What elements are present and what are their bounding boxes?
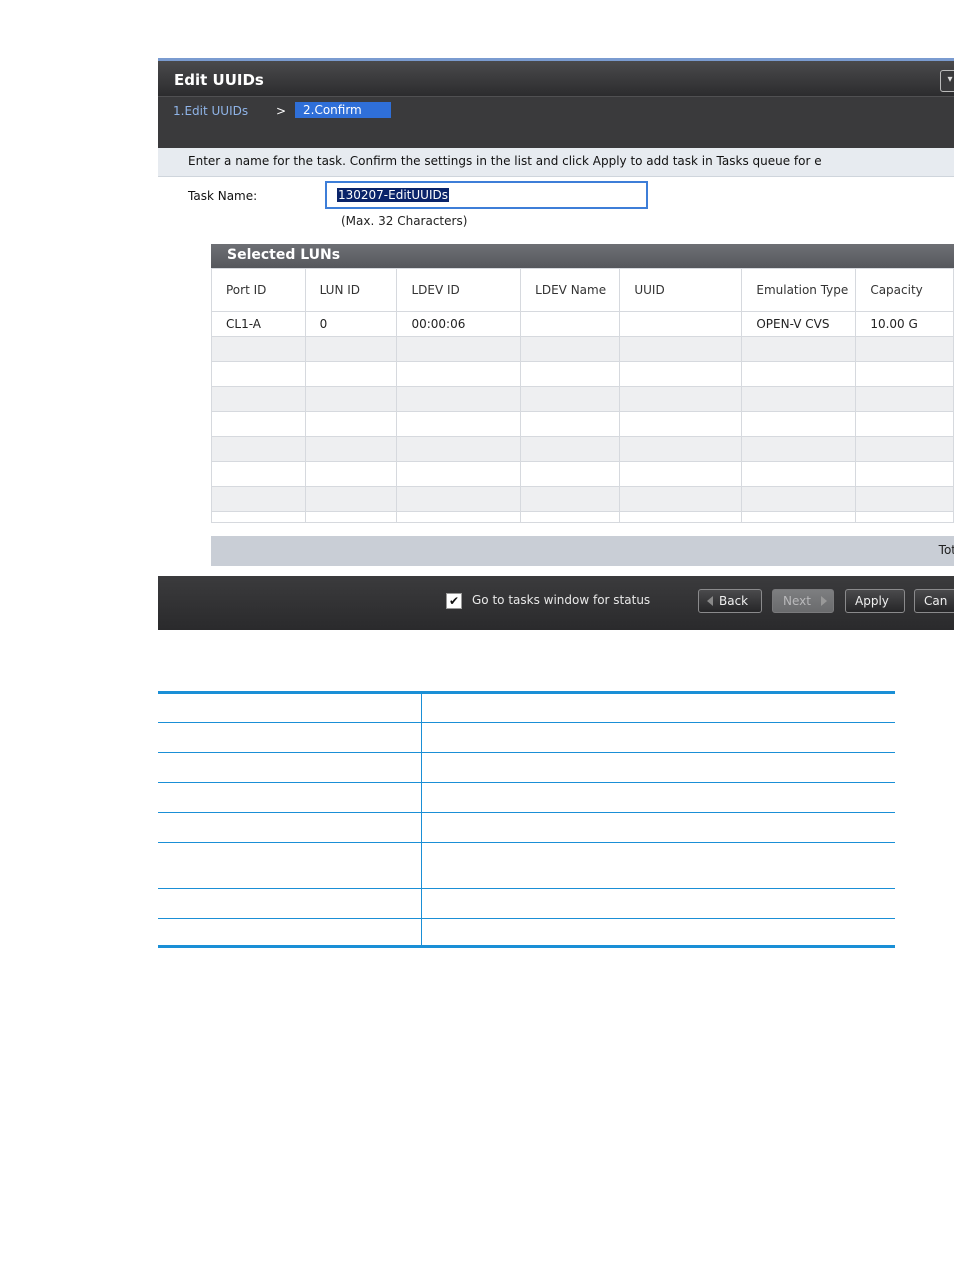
total-label: Tot [938,543,954,557]
luns-table: Port ID LUN ID LDEV ID LDEV Name UUID Em… [211,268,954,523]
table-cell [158,752,422,783]
apply-label: Apply [855,594,889,608]
task-name-value: 130207-EditUUIDs [337,188,449,202]
table-cell [158,842,422,889]
go-to-tasks-label[interactable]: Go to tasks window for status [472,593,650,607]
panel-header: Selected LUNs [211,244,954,268]
empty-row [211,436,954,462]
step-separator: > [276,104,287,118]
cancel-button[interactable]: Can [914,589,954,613]
step-edit-uuids[interactable]: 1.Edit UUIDs [173,104,248,118]
next-button[interactable]: Next [772,589,834,613]
table-row [158,722,895,753]
col-port-id[interactable]: Port ID [211,268,306,312]
table-row[interactable]: CL1-A 0 00:00:06 OPEN-V CVS 10.00 G [211,311,954,337]
back-button[interactable]: Back [698,589,762,613]
cell-port-id: CL1-A [211,311,306,337]
empty-row [211,386,954,412]
task-name-input[interactable]: 130207-EditUUIDs [325,181,648,209]
arrow-left-icon [707,596,713,606]
empty-row [211,511,954,523]
cell-lun-id: 0 [304,311,398,337]
col-ldev-id[interactable]: LDEV ID [396,268,522,312]
empty-row [211,361,954,387]
title-bar: Edit UUIDs ▾ [158,58,954,96]
cell-ldev-name [520,311,621,337]
table-cell [421,918,895,947]
col-emulation-type[interactable]: Emulation Type [741,268,857,312]
empty-row [211,486,954,512]
field-description-table [158,691,895,948]
window-menu-icon[interactable]: ▾ [940,70,954,92]
col-ldev-name[interactable]: LDEV Name [520,268,621,312]
table-row [158,812,895,843]
edit-uuids-window: Edit UUIDs ▾ 1.Edit UUIDs > 2.Confirm En… [158,58,954,630]
task-name-hint: (Max. 32 Characters) [341,214,468,228]
content-area: Enter a name for the task. Confirm the s… [158,148,954,576]
go-to-tasks-checkbox[interactable]: ✔ [446,593,462,609]
table-row [158,752,895,783]
table-header-row: Port ID LUN ID LDEV ID LDEV Name UUID Em… [211,268,954,312]
table-row [158,918,895,947]
table-cell [158,722,422,753]
arrow-right-icon [821,596,827,606]
table-row [158,782,895,813]
panel-title: Selected LUNs [227,247,341,263]
table-cell [421,842,895,889]
next-label: Next [783,594,811,608]
table-cell [422,693,896,723]
step-confirm: 2.Confirm [295,102,391,118]
col-lun-id[interactable]: LUN ID [304,268,398,312]
empty-row [211,461,954,487]
cancel-label: Can [924,594,948,608]
table-cell [158,692,422,723]
cell-capacity: 10.00 G [855,311,954,337]
col-capacity[interactable]: Capacity [855,268,954,312]
table-row [158,888,895,919]
empty-row [211,411,954,437]
table-footer: Tot [211,536,954,566]
table-row [158,842,895,889]
empty-row [211,336,954,362]
cell-ldev-id: 00:00:06 [396,311,522,337]
selected-luns-panel: Selected LUNs Port ID LUN ID LDEV ID LDE… [211,244,954,566]
table-row [158,692,896,723]
window-title: Edit UUIDs [174,71,264,89]
cell-emulation-type: OPEN-V CVS [741,311,857,337]
table-cell [158,782,422,813]
table-cell [421,752,895,783]
table-cell [158,918,422,947]
table-cell [158,812,422,843]
table-cell [421,888,895,919]
cell-uuid [619,311,743,337]
table-cell [421,722,895,753]
wizard-steps: 1.Edit UUIDs > 2.Confirm [158,96,954,149]
table-cell [421,782,895,813]
instruction-bar: Enter a name for the task. Confirm the s… [158,148,954,177]
col-uuid[interactable]: UUID [619,268,743,312]
footer-bar: ✔ Go to tasks window for status Back Nex… [158,576,954,630]
back-label: Back [719,594,749,608]
table-cell [158,888,422,919]
task-name-label: Task Name: [188,189,258,203]
table-cell [421,812,895,843]
instruction-text: Enter a name for the task. Confirm the s… [188,154,822,168]
apply-button[interactable]: Apply [845,589,905,613]
